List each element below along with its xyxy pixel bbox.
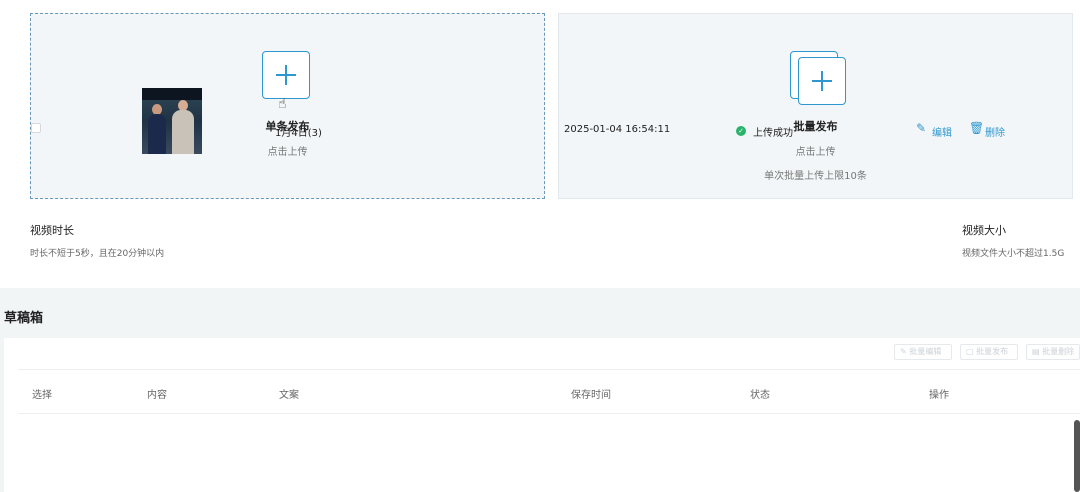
hand-cursor-icon: ☝ xyxy=(278,96,287,112)
plus-icon xyxy=(798,57,846,105)
duration-title: 视频时长 xyxy=(30,224,74,237)
batch-publish-button[interactable]: ▢ 批量发布 xyxy=(960,344,1018,360)
batch-edit-button[interactable]: ✎ 批量编辑 xyxy=(894,344,952,360)
column-header-content: 内容 xyxy=(147,390,167,401)
single-upload-subtitle: 点击上传 xyxy=(267,147,308,158)
drafts-title: 草稿箱 xyxy=(4,311,44,326)
scrollbar[interactable] xyxy=(1074,420,1080,492)
pencil-icon[interactable]: ✎ xyxy=(916,121,926,135)
batch-upload-limit: 单次批量上传上限10条 xyxy=(764,171,867,182)
delete-button[interactable]: 删除 xyxy=(985,124,1005,139)
batch-upload-card[interactable]: 批量发布 点击上传 单次批量上传上限10条 xyxy=(558,13,1073,199)
size-title: 视频大小 xyxy=(962,224,1006,237)
batch-delete-button[interactable]: ▤ 批量删除 xyxy=(1026,344,1080,360)
column-header-select: 选择 xyxy=(32,390,52,401)
batch-upload-subtitle: 点击上传 xyxy=(795,147,836,158)
row-status: 上传成功 xyxy=(753,128,793,139)
column-header-status: 状态 xyxy=(750,390,770,401)
column-header-saved-time: 保存时间 xyxy=(571,390,611,401)
plus-icon xyxy=(262,51,310,99)
trash-icon[interactable]: 🗑 xyxy=(969,121,984,135)
row-saved-time: 2025-01-04 16:54:11 xyxy=(564,124,671,135)
duration-desc: 时长不短于5秒，且在20分钟以内 xyxy=(30,249,165,259)
column-header-caption: 文案 xyxy=(279,390,299,401)
edit-button[interactable]: 编辑 xyxy=(932,124,952,139)
drafts-table: ✎ 批量编辑 ▢ 批量发布 ▤ 批量删除 选择 内容 文案 保存时间 状态 操作 xyxy=(4,338,1080,492)
video-thumbnail[interactable] xyxy=(142,88,202,154)
single-upload-card[interactable]: ☝ 单条发布 点击上传 xyxy=(30,13,545,199)
divider xyxy=(18,369,1080,370)
row-checkbox[interactable] xyxy=(31,123,41,133)
check-circle-icon: ✓ xyxy=(736,126,746,136)
divider xyxy=(18,413,1080,414)
column-header-actions: 操作 xyxy=(929,390,949,401)
row-caption: 1月4日(3) xyxy=(275,128,322,139)
size-desc: 视频文件大小不超过1.5G xyxy=(962,249,1065,259)
